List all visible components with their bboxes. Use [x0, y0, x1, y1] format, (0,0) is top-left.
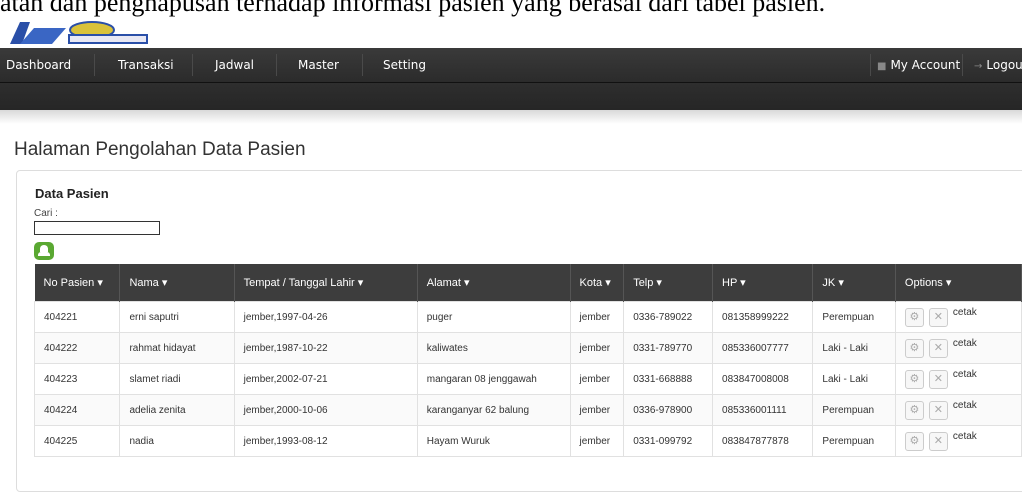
add-patient-button[interactable] [34, 242, 54, 260]
gear-icon[interactable]: ⚙ [904, 431, 924, 451]
col-header[interactable]: No Pasien ▾ [34, 264, 121, 302]
document-text: atan dan penghapusan terhadap informasi … [0, 0, 826, 17]
table-header-row: No Pasien ▾ Nama ▾ Tempat / Tanggal Lahi… [34, 264, 1022, 302]
logo [6, 20, 150, 46]
cetak-link[interactable]: cetak [953, 307, 977, 318]
table-row: 404223 slamet riadi jember,2002-07-21 mang… [33, 363, 1022, 395]
gear-icon[interactable]: ⚙ [904, 400, 924, 420]
row-options: ⚙ ✕ cetak [894, 301, 1022, 333]
card-title: Data Pasien [35, 186, 109, 201]
col-header[interactable]: Options ▾ [895, 264, 1022, 302]
close-icon[interactable]: ✕ [928, 431, 948, 451]
nav-transaksi[interactable]: Transaksi [118, 58, 174, 72]
search-label: Cari : [34, 208, 58, 219]
gear-icon[interactable]: ⚙ [904, 307, 924, 327]
table-row: 404221 erni saputri jember,1997-04-26 puge… [33, 301, 1022, 333]
cetak-link[interactable]: cetak [953, 338, 977, 349]
col-header[interactable]: Telp ▾ [623, 264, 714, 302]
table-row: 404222 rahmat hidayat jember,1987-10-22 ka… [33, 332, 1022, 364]
table-row: 404224 adelia zenita jember,2000-10-06 kar… [33, 394, 1022, 426]
close-icon[interactable]: ✕ [928, 338, 948, 358]
cetak-link[interactable]: cetak [953, 400, 977, 411]
col-header[interactable]: Kota ▾ [570, 264, 625, 302]
cetak-link[interactable]: cetak [953, 369, 977, 380]
col-header[interactable]: JK ▾ [812, 264, 896, 302]
row-options: ⚙ ✕ cetak [894, 394, 1022, 426]
col-header[interactable]: HP ▾ [712, 264, 814, 302]
row-options: ⚙ ✕ cetak [894, 332, 1022, 364]
top-navbar: Dashboard Transaksi Jadwal Master Settin… [0, 48, 1022, 110]
col-header[interactable]: Alamat ▾ [417, 264, 571, 302]
logout-link[interactable]: →Logout [974, 58, 1022, 72]
table-row: 404225 nadia jember,1993-08-12 Hayam Wuruk… [33, 425, 1022, 457]
patient-table: No Pasien ▾ Nama ▾ Tempat / Tanggal Lahi… [33, 264, 1022, 457]
logo-bar [0, 18, 1022, 48]
search-input[interactable] [34, 221, 160, 235]
nav-jadwal[interactable]: Jadwal [215, 58, 254, 72]
close-icon[interactable]: ✕ [928, 400, 948, 420]
page-title: Halaman Pengolahan Data Pasien [14, 139, 306, 160]
add-user-icon [38, 245, 50, 256]
nav-setting[interactable]: Setting [383, 58, 426, 72]
row-options: ⚙ ✕ cetak [894, 425, 1022, 457]
row-options: ⚙ ✕ cetak [894, 363, 1022, 395]
nav-dashboard[interactable]: Dashboard [6, 58, 71, 72]
gear-icon[interactable]: ⚙ [904, 338, 924, 358]
gear-icon[interactable]: ⚙ [904, 369, 924, 389]
col-header[interactable]: Nama ▾ [119, 264, 235, 302]
logout-icon: → [974, 61, 983, 72]
close-icon[interactable]: ✕ [928, 307, 948, 327]
user-icon: ■ [877, 61, 887, 72]
close-icon[interactable]: ✕ [928, 369, 948, 389]
col-header[interactable]: Tempat / Tanggal Lahir ▾ [234, 264, 418, 302]
cetak-link[interactable]: cetak [953, 431, 977, 442]
nav-master[interactable]: Master [298, 58, 339, 72]
my-account-link[interactable]: ■ My Account [877, 58, 960, 72]
